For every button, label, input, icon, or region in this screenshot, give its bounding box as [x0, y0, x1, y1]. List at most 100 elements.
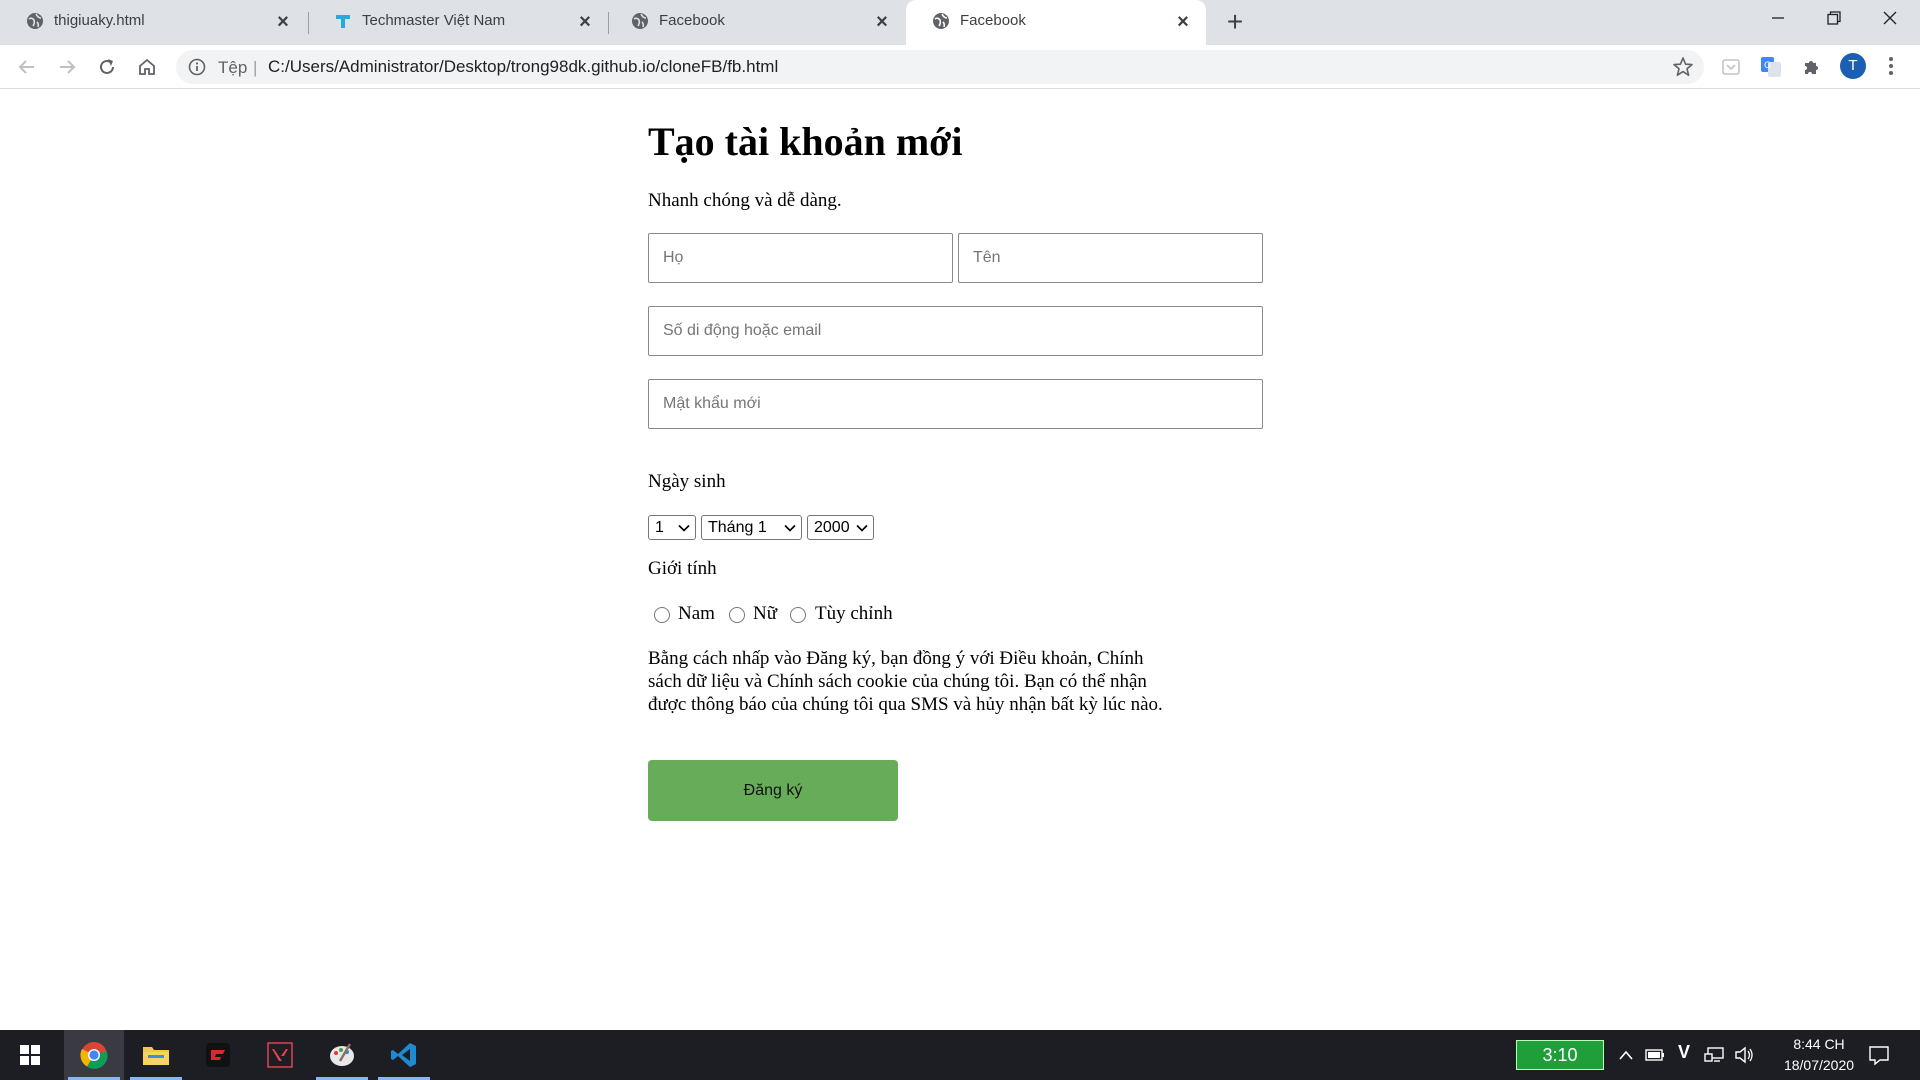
placeholder-text: Mật khẩu mới: [663, 395, 761, 412]
battery-icon[interactable]: [1645, 1048, 1665, 1062]
chevron-down-icon: [678, 524, 690, 532]
garena-icon: [206, 1043, 230, 1067]
tab-title: thigiuaky.html: [54, 12, 145, 29]
chevron-down-icon: [856, 524, 868, 532]
paint-icon: [330, 1043, 354, 1066]
birthday-year-select[interactable]: 2000: [807, 515, 874, 540]
google-translate-icon: G: [1761, 57, 1781, 77]
globe-icon: [27, 13, 43, 29]
star-icon[interactable]: [1672, 56, 1694, 78]
forward-button[interactable]: [52, 52, 82, 82]
close-icon: [1883, 11, 1897, 25]
gender-label-nam: Nam: [678, 603, 715, 624]
home-icon: [139, 58, 155, 75]
chevron-down-icon: [784, 524, 796, 532]
signup-button[interactable]: Đăng ký: [648, 760, 898, 821]
tab-thigiuaky[interactable]: thigiuaky.html ×: [0, 0, 306, 45]
url-text[interactable]: C:/Users/Administrator/Desktop/trong98dk…: [268, 57, 778, 77]
gender-radio-nam[interactable]: [654, 607, 670, 623]
page-subtitle: Nhanh chóng và dễ dàng.: [648, 190, 842, 211]
select-value: 1: [655, 519, 664, 536]
tab-facebook-1[interactable]: Facebook ×: [605, 0, 905, 45]
arrow-right-icon: [60, 60, 76, 74]
extension-reader-button[interactable]: [1718, 54, 1744, 80]
new-tab-button[interactable]: +: [1220, 8, 1250, 38]
last-name-input[interactable]: Họ: [648, 233, 953, 283]
taskbar-garena[interactable]: [188, 1030, 248, 1080]
browser-toolbar: Tệp | C:/Users/Administrator/Desktop/tro…: [0, 45, 1920, 89]
taskbar-file-explorer[interactable]: [126, 1030, 186, 1080]
techmaster-logo-icon: [336, 15, 350, 28]
close-window-button[interactable]: [1862, 0, 1918, 40]
close-icon[interactable]: ×: [574, 11, 596, 33]
taskbar-clock[interactable]: 8:44 CH 18/07/2020: [1764, 1034, 1874, 1076]
password-input[interactable]: Mật khẩu mới: [648, 379, 1263, 429]
minimize-button[interactable]: [1750, 0, 1806, 40]
reload-icon: [100, 59, 114, 74]
first-name-input[interactable]: Tên: [958, 233, 1263, 283]
arrow-left-icon: [18, 60, 34, 74]
placeholder-text: Tên: [973, 249, 1001, 266]
clock-date: 18/07/2020: [1783, 1057, 1855, 1073]
address-bar[interactable]: Tệp | C:/Users/Administrator/Desktop/tro…: [176, 50, 1704, 84]
battery-timer-widget[interactable]: 3:10: [1516, 1040, 1604, 1070]
taskbar-valorant[interactable]: [250, 1030, 310, 1080]
gender-label: Giới tính: [648, 558, 717, 579]
extension-translate-button[interactable]: G: [1758, 54, 1784, 80]
gender-label-tuy-chinh: Tùy chỉnh: [815, 603, 893, 624]
reader-extension-icon: [1722, 59, 1740, 75]
terms-text: Bằng cách nhấp vào Đăng ký, bạn đồng ý v…: [648, 648, 1163, 715]
network-icon[interactable]: [1704, 1046, 1724, 1064]
birthday-day-select[interactable]: 1: [648, 515, 696, 540]
file-explorer-icon: [143, 1047, 169, 1065]
chevron-up-icon[interactable]: [1618, 1048, 1634, 1062]
page-title: Tạo tài khoản mới: [648, 119, 963, 164]
birthday-month-select[interactable]: Tháng 1: [701, 515, 802, 540]
gender-radio-nu[interactable]: [729, 607, 745, 623]
select-value: 2000: [814, 519, 850, 536]
taskbar-chrome[interactable]: [64, 1030, 124, 1080]
info-icon[interactable]: [188, 58, 206, 76]
vscode-icon: [391, 1043, 416, 1067]
windows-start-icon: [20, 1045, 40, 1065]
contact-input[interactable]: Số di động hoặc email: [648, 306, 1263, 356]
browser-tab-strip: thigiuaky.html × Techmaster Việt Nam × F…: [0, 0, 1920, 45]
page-content: Tạo tài khoản mới Nhanh chóng và dễ dàng…: [0, 90, 1920, 1030]
scheme-label: Tệp: [218, 58, 248, 77]
select-value: Tháng 1: [708, 519, 767, 536]
profile-avatar[interactable]: T: [1840, 53, 1866, 79]
restore-icon: [1827, 11, 1841, 25]
tab-facebook-active[interactable]: Facebook ×: [906, 0, 1206, 45]
gender-radio-tuy-chinh[interactable]: [790, 607, 806, 623]
reload-button[interactable]: [92, 52, 122, 82]
volume-icon[interactable]: [1734, 1046, 1754, 1064]
back-button[interactable]: [12, 52, 42, 82]
notification-icon[interactable]: [1868, 1044, 1890, 1066]
restore-button[interactable]: [1806, 0, 1862, 40]
placeholder-text: Số di động hoặc email: [663, 322, 822, 339]
scheme-separator: |: [253, 58, 258, 77]
tab-title: Facebook: [659, 12, 725, 29]
gender-label-nu: Nữ: [753, 603, 778, 624]
close-icon[interactable]: ×: [1172, 11, 1194, 33]
tab-techmaster[interactable]: Techmaster Việt Nam ×: [308, 0, 608, 45]
taskbar-vscode[interactable]: [374, 1030, 434, 1080]
tab-title: Techmaster Việt Nam: [362, 12, 506, 29]
globe-icon: [933, 13, 949, 29]
valorant-icon: [267, 1042, 293, 1068]
home-button[interactable]: [132, 52, 162, 82]
extensions-button[interactable]: [1798, 54, 1824, 80]
clock-time: 8:44 CH: [1793, 1036, 1845, 1052]
start-button[interactable]: [0, 1030, 60, 1080]
more-vert-icon[interactable]: [1884, 53, 1898, 79]
chrome-icon: [80, 1042, 108, 1069]
close-icon[interactable]: ×: [871, 11, 893, 33]
svg-text:G: G: [1764, 61, 1771, 71]
tab-title: Facebook: [960, 12, 1026, 29]
input-method-indicator[interactable]: V: [1678, 1042, 1690, 1063]
puzzle-icon: [1805, 61, 1818, 74]
placeholder-text: Họ: [663, 249, 684, 266]
close-icon[interactable]: ×: [272, 11, 294, 33]
taskbar-paint[interactable]: [312, 1030, 372, 1080]
birthday-label: Ngày sinh: [648, 471, 726, 492]
